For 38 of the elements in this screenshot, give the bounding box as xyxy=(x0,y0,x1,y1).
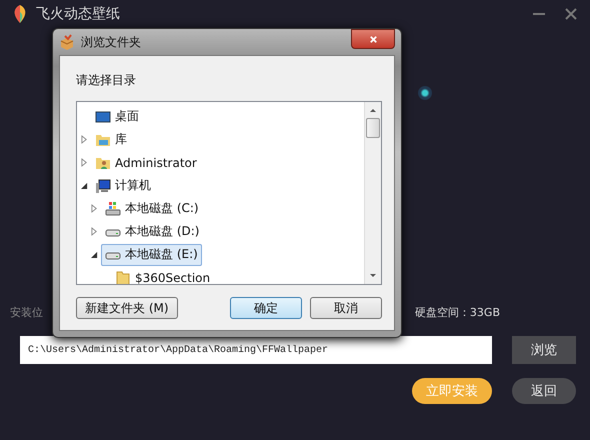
tree-item[interactable]: Administrator xyxy=(91,152,201,174)
app-title: 飞火动态壁纸 xyxy=(36,5,120,23)
collapse-arrow-icon[interactable] xyxy=(91,250,98,259)
tree-item[interactable]: $360Section xyxy=(111,266,214,284)
tree-item[interactable]: 库 xyxy=(91,128,131,150)
close-button[interactable] xyxy=(351,29,395,49)
scroll-down-icon[interactable] xyxy=(369,273,377,279)
install-location-label: 安装位 xyxy=(10,304,43,320)
expand-arrow-icon[interactable] xyxy=(81,135,88,144)
expand-arrow-icon[interactable] xyxy=(91,204,98,213)
glow-dot xyxy=(418,86,432,100)
expand-arrow-icon[interactable] xyxy=(91,227,98,236)
collapse-arrow-icon[interactable] xyxy=(81,181,88,190)
expand-arrow-icon[interactable] xyxy=(81,158,88,167)
close-icon xyxy=(368,34,378,44)
back-button[interactable]: 返回 xyxy=(512,378,576,404)
box-icon xyxy=(59,34,75,50)
scrollbar-thumb[interactable] xyxy=(366,118,380,138)
dialog-button[interactable]: 新建文件夹 (M) xyxy=(76,297,178,319)
monitor-icon xyxy=(95,108,111,124)
dialog-button[interactable]: 确定 xyxy=(230,297,302,319)
dialog-button[interactable]: 取消 xyxy=(310,297,382,319)
scroll-up-icon[interactable] xyxy=(369,107,377,113)
computer-icon xyxy=(95,178,111,194)
tree-item[interactable]: 本地磁盘 (E:) xyxy=(101,244,202,266)
folder-icon xyxy=(115,270,131,284)
scrollbar[interactable] xyxy=(364,102,381,284)
browse-button[interactable]: 浏览 xyxy=(512,336,576,364)
dialog-title: 浏览文件夹 xyxy=(81,34,141,50)
tree-item[interactable]: 本地磁盘 (D:) xyxy=(101,220,204,242)
disk-space-label: 硬盘空间：33GB xyxy=(414,304,500,320)
system-drive-icon xyxy=(105,200,121,216)
close-icon[interactable] xyxy=(564,7,578,21)
tree-item[interactable]: 计算机 xyxy=(91,174,155,196)
path-field[interactable]: C:\Users\Administrator\AppData\Roaming\FFWallpaper xyxy=(20,336,492,364)
tree-item[interactable]: 本地磁盘 (C:) xyxy=(101,198,203,220)
prompt-text: 请选择目录 xyxy=(76,72,137,89)
tree-item[interactable]: 桌面 xyxy=(91,106,143,128)
